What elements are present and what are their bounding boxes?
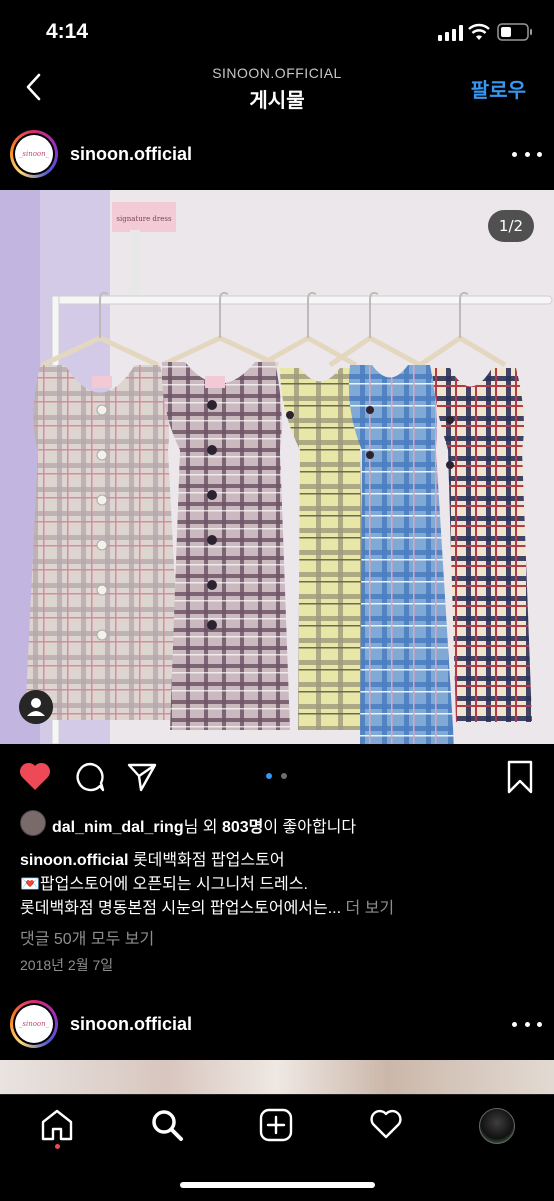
more-options-icon[interactable] (512, 1014, 542, 1034)
next-post-image[interactable] (0, 1060, 554, 1094)
comment-icon[interactable] (74, 761, 106, 793)
liker-avatar[interactable] (20, 810, 46, 836)
heart-icon[interactable] (18, 760, 52, 792)
post-image[interactable]: signature dress (0, 190, 554, 744)
more-options-icon[interactable] (512, 144, 542, 164)
caption-username[interactable]: sinoon.official (20, 852, 128, 869)
post-date: 2018년 2월 7일 (20, 957, 114, 973)
avatar[interactable]: _sinoon_ (10, 130, 58, 178)
status-bar: 4:14 (0, 0, 554, 62)
profile-avatar[interactable] (479, 1108, 515, 1144)
status-time: 4:14 (46, 20, 89, 43)
search-icon[interactable] (150, 1108, 184, 1142)
user-tag-icon[interactable] (19, 690, 53, 724)
home-icon[interactable] (40, 1108, 74, 1142)
add-icon[interactable] (259, 1108, 293, 1142)
avatar[interactable]: _sinoon_ (10, 1000, 58, 1048)
follow-button[interactable]: 팔로우 (471, 74, 526, 103)
svg-text:signature dress: signature dress (116, 215, 172, 223)
caption-line-1: sinoon.official 롯데백화점 팝업스토어 (20, 852, 285, 869)
wifi-icon (468, 23, 490, 40)
view-comments-link[interactable]: 댓글 50개 모두 보기 (20, 925, 154, 949)
post-username[interactable]: sinoon.official (70, 144, 192, 165)
next-post-username[interactable]: sinoon.official (70, 1014, 192, 1035)
battery-icon (497, 23, 532, 41)
carousel-dot-active (266, 773, 272, 779)
more-link[interactable]: 더 보기 (346, 900, 395, 917)
likes-text[interactable]: dal_nim_dal_ring님 외 803명이 좋아합니다 (52, 813, 356, 837)
notification-dot (55, 1144, 60, 1149)
caption-line-3: 롯데백화점 명동본점 시눈의 팝업스토어에서는... 더 보기 (20, 900, 395, 917)
signal-icon (438, 25, 463, 41)
heart-outline-icon[interactable] (369, 1108, 403, 1140)
carousel-dot (281, 773, 287, 779)
home-indicator (180, 1182, 375, 1188)
image-counter-badge: 1/2 (488, 210, 534, 242)
post-header: _sinoon_ sinoon.official (0, 120, 554, 190)
send-icon[interactable] (126, 761, 158, 793)
liker-username[interactable]: dal_nim_dal_ring (52, 819, 184, 836)
like-count: 803명 (221, 819, 264, 836)
bookmark-icon[interactable] (506, 760, 534, 794)
next-post-header: _sinoon_ sinoon.official (0, 990, 554, 1060)
caption-line-2: 💌팝업스토어에 오픈되는 시그니처 드레스. (20, 876, 308, 893)
